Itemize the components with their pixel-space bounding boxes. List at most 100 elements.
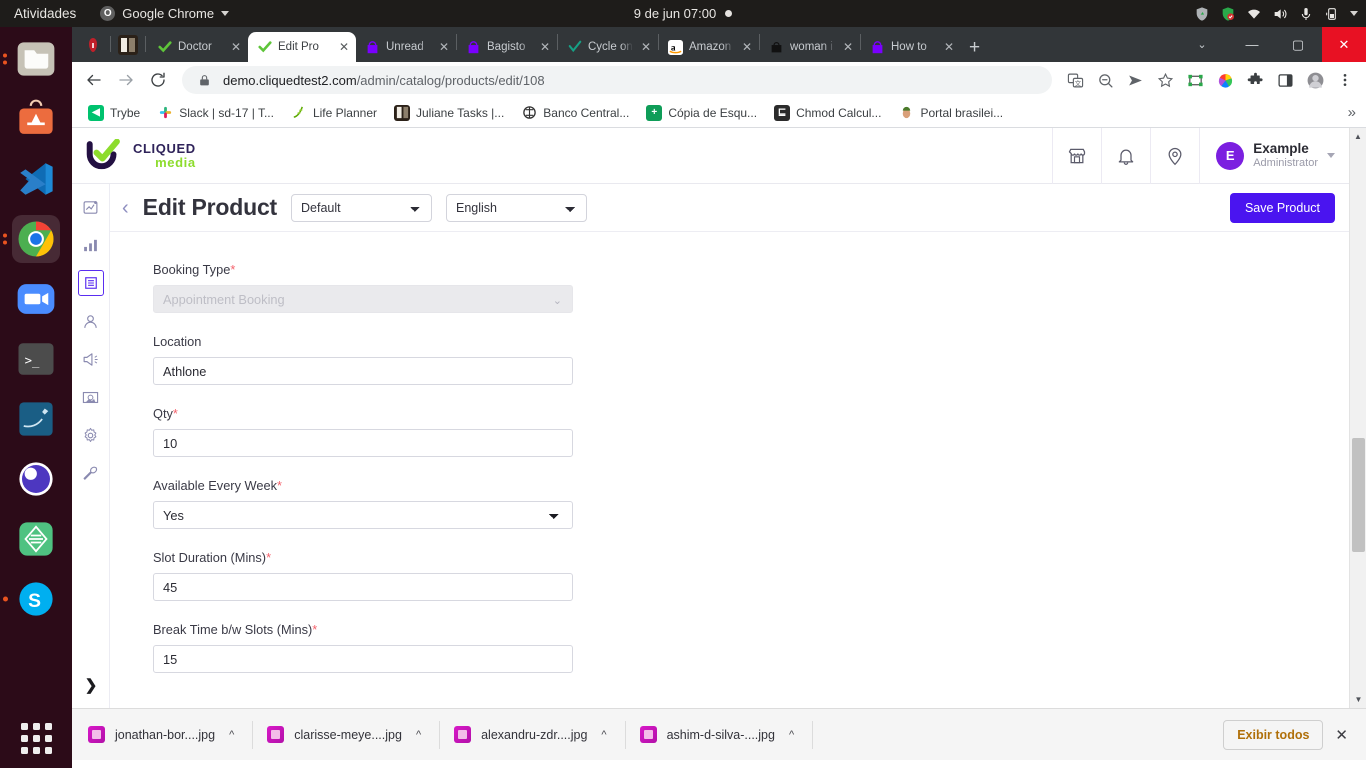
profile-avatar-icon[interactable]: [1302, 67, 1328, 93]
browser-tab[interactable]: How to ✕: [861, 32, 961, 62]
dock-item-skype[interactable]: S: [3, 575, 60, 623]
bell-icon[interactable]: [1101, 128, 1150, 184]
sidebar-item-settings[interactable]: [78, 422, 104, 448]
pinned-tab-notion-icon[interactable]: [118, 35, 138, 55]
dock-item-ubuntu-software[interactable]: [12, 95, 60, 143]
browser-tab[interactable]: Unread ✕: [356, 32, 456, 62]
bookmark-item[interactable]: + Cópia de Esqu...: [639, 102, 764, 124]
sidebar-item-reporting[interactable]: [78, 232, 104, 258]
forward-button[interactable]: [112, 66, 140, 94]
browser-tab[interactable]: a Amazon ✕: [659, 32, 759, 62]
clock-button[interactable]: 9 de jun 07:00: [583, 6, 783, 21]
extensions-icon[interactable]: [1242, 67, 1268, 93]
back-chevron-icon[interactable]: ‹: [122, 198, 129, 218]
tab-close-icon[interactable]: ✕: [639, 39, 653, 55]
bookmark-item[interactable]: Slack | sd-17 | T...: [150, 102, 281, 124]
colorwheel-icon[interactable]: [1212, 67, 1238, 93]
translate-icon[interactable]: 文: [1062, 67, 1088, 93]
show-applications-icon[interactable]: [20, 723, 52, 754]
tab-close-icon[interactable]: ✕: [740, 39, 754, 55]
scroll-up-arrow-icon[interactable]: ▲: [1350, 128, 1366, 145]
download-item[interactable]: ashim-d-silva-....jpg ^: [626, 726, 813, 743]
reload-button[interactable]: [144, 66, 172, 94]
dock-item-mysql-workbench[interactable]: [12, 395, 60, 443]
more-menu-icon[interactable]: [1332, 67, 1358, 93]
tab-close-icon[interactable]: ✕: [437, 39, 451, 55]
dock-item-terminal[interactable]: >_: [12, 335, 60, 383]
sidebar-item-customers[interactable]: [78, 308, 104, 334]
user-menu[interactable]: E Example Administrator: [1199, 128, 1349, 184]
bookmark-item[interactable]: Banco Central...: [514, 102, 636, 124]
dock-item-beekeeper-studio[interactable]: [12, 515, 60, 563]
dock-item-insomnia[interactable]: [12, 455, 60, 503]
sidebar-item-cms[interactable]: [78, 384, 104, 410]
capture-icon[interactable]: [1182, 67, 1208, 93]
slot-duration-input[interactable]: [153, 573, 573, 601]
tab-close-icon[interactable]: ✕: [337, 39, 351, 55]
channel-select[interactable]: Default: [291, 193, 432, 222]
tab-close-icon[interactable]: ✕: [229, 39, 243, 55]
tab-search-icon[interactable]: ⌄: [1180, 27, 1224, 62]
download-menu-chevron-icon[interactable]: ^: [597, 729, 610, 741]
download-item[interactable]: alexandru-zdr....jpg ^: [440, 726, 624, 743]
browser-tab-active[interactable]: Edit Pro ✕: [248, 32, 356, 62]
address-bar[interactable]: demo.cliquedtest2.com/admin/catalog/prod…: [182, 66, 1052, 94]
minimize-icon[interactable]: —: [1230, 27, 1274, 62]
location-input[interactable]: [153, 357, 573, 385]
tab-close-icon[interactable]: ✕: [538, 39, 552, 55]
qty-input[interactable]: [153, 429, 573, 457]
back-button[interactable]: [80, 66, 108, 94]
close-downloads-shelf-icon[interactable]: ✕: [1323, 726, 1356, 744]
browser-tab[interactable]: Cycle on ✕: [558, 32, 658, 62]
tray-chevron-down-icon[interactable]: [1350, 11, 1358, 16]
download-menu-chevron-icon[interactable]: ^: [225, 729, 238, 741]
dock-item-zoom[interactable]: [12, 275, 60, 323]
brand-logo[interactable]: CLIQUED media: [72, 138, 302, 173]
sidebar-item-marketing[interactable]: [78, 346, 104, 372]
browser-tab[interactable]: Doctor ✕: [148, 32, 248, 62]
scroll-down-arrow-icon[interactable]: ▼: [1350, 691, 1366, 708]
new-tab-button[interactable]: +: [969, 38, 980, 57]
page-scrollbar[interactable]: ▲ ▼: [1349, 128, 1366, 708]
bookmark-item[interactable]: Life Planner: [284, 102, 384, 124]
send-icon[interactable]: [1122, 67, 1148, 93]
download-menu-chevron-icon[interactable]: ^: [412, 729, 425, 741]
dock-item-vscode[interactable]: [12, 155, 60, 203]
zoom-out-icon[interactable]: [1092, 67, 1118, 93]
sidebar-item-configuration[interactable]: [78, 460, 104, 486]
bookmark-item[interactable]: ⊑ Chmod Calcul...: [767, 102, 888, 124]
pinned-tab-tulip-icon[interactable]: [83, 35, 103, 55]
tab-close-icon[interactable]: ✕: [841, 39, 855, 55]
location-pin-icon[interactable]: [1150, 128, 1199, 184]
download-item[interactable]: jonathan-bor....jpg ^: [86, 726, 252, 743]
sidebar-expand-button[interactable]: ❯: [72, 676, 110, 694]
save-product-button[interactable]: Save Product: [1229, 192, 1335, 223]
dock-item-files[interactable]: [3, 35, 60, 83]
download-item[interactable]: clarisse-meye....jpg ^: [253, 726, 439, 743]
sidebar-item-catalog[interactable]: [77, 270, 104, 296]
bookmark-item[interactable]: Juliane Tasks |...: [387, 102, 511, 124]
bookmark-item[interactable]: Portal brasilei...: [891, 102, 1010, 124]
dock-item-google-chrome[interactable]: [3, 215, 60, 263]
app-menu-button[interactable]: O Google Chrome: [100, 6, 230, 21]
browser-tab[interactable]: Bagisto ✕: [457, 32, 557, 62]
download-menu-chevron-icon[interactable]: ^: [785, 729, 798, 741]
sidebar-item-dashboard[interactable]: [78, 194, 104, 220]
store-icon[interactable]: [1052, 128, 1101, 184]
show-all-downloads-button[interactable]: Exibir todos: [1223, 719, 1324, 750]
scrollbar-thumb[interactable]: [1352, 438, 1365, 552]
sidepanel-icon[interactable]: [1272, 67, 1298, 93]
locale-select[interactable]: English: [446, 193, 587, 222]
available-every-week-select[interactable]: Yes: [153, 501, 573, 529]
lock-icon[interactable]: [194, 70, 214, 90]
activities-button[interactable]: Atividades: [0, 6, 88, 21]
tab-close-icon[interactable]: ✕: [942, 39, 956, 55]
maximize-icon[interactable]: ▢: [1276, 27, 1320, 62]
break-time-input[interactable]: [153, 645, 573, 673]
system-tray[interactable]: [1194, 0, 1358, 27]
bookmark-item[interactable]: ◀ Trybe: [81, 102, 147, 124]
close-icon[interactable]: ✕: [1322, 27, 1366, 62]
bookmark-star-icon[interactable]: [1152, 67, 1178, 93]
bookmarks-overflow-button[interactable]: »: [1348, 104, 1356, 121]
browser-tab[interactable]: woman i ✕: [760, 32, 860, 62]
